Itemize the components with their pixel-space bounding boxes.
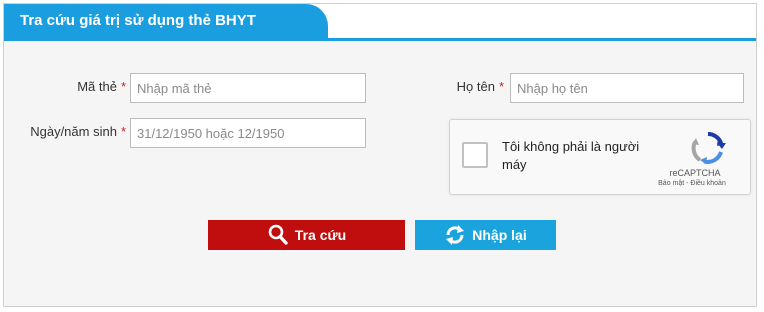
required-mark: * <box>120 124 126 139</box>
refresh-icon <box>446 225 465 245</box>
recaptcha-logo-icon <box>691 132 726 164</box>
full-name-input[interactable] <box>510 73 744 103</box>
panel-header: Tra cứu giá trị sử dụng thẻ BHYT <box>4 4 756 41</box>
recaptcha-widget: Tôi không phải là người máy reCAPTCHA Bả… <box>449 119 751 195</box>
panel-title: Tra cứu giá trị sử dụng thẻ BHYT <box>4 4 328 38</box>
full-name-label-text: Họ tên <box>456 79 495 94</box>
recaptcha-brand: reCAPTCHA <box>669 168 721 178</box>
card-number-label: Mã thẻ * <box>4 79 126 94</box>
recaptcha-checkbox[interactable] <box>462 142 488 168</box>
required-mark: * <box>120 79 126 94</box>
search-button[interactable]: Tra cứu <box>208 220 405 250</box>
birth-date-label: Ngày/năm sinh * <box>4 124 126 139</box>
required-mark: * <box>498 79 504 94</box>
search-button-label: Tra cứu <box>294 227 347 243</box>
full-name-label: Họ tên * <box>384 79 504 94</box>
birth-date-label-text: Ngày/năm sinh <box>30 124 117 139</box>
recaptcha-links[interactable]: Bảo mật - Điều khoản <box>642 180 742 187</box>
card-number-label-text: Mã thẻ <box>77 79 117 94</box>
reset-button-label: Nhập lại <box>472 227 527 243</box>
recaptcha-label: Tôi không phải là người máy <box>502 139 640 172</box>
lookup-panel: Tra cứu giá trị sử dụng thẻ BHYT Mã thẻ *… <box>3 3 757 307</box>
card-number-input[interactable] <box>130 73 366 103</box>
birth-date-input[interactable] <box>130 118 366 148</box>
reset-button[interactable]: Nhập lại <box>415 220 556 250</box>
magnifier-icon <box>268 224 288 245</box>
